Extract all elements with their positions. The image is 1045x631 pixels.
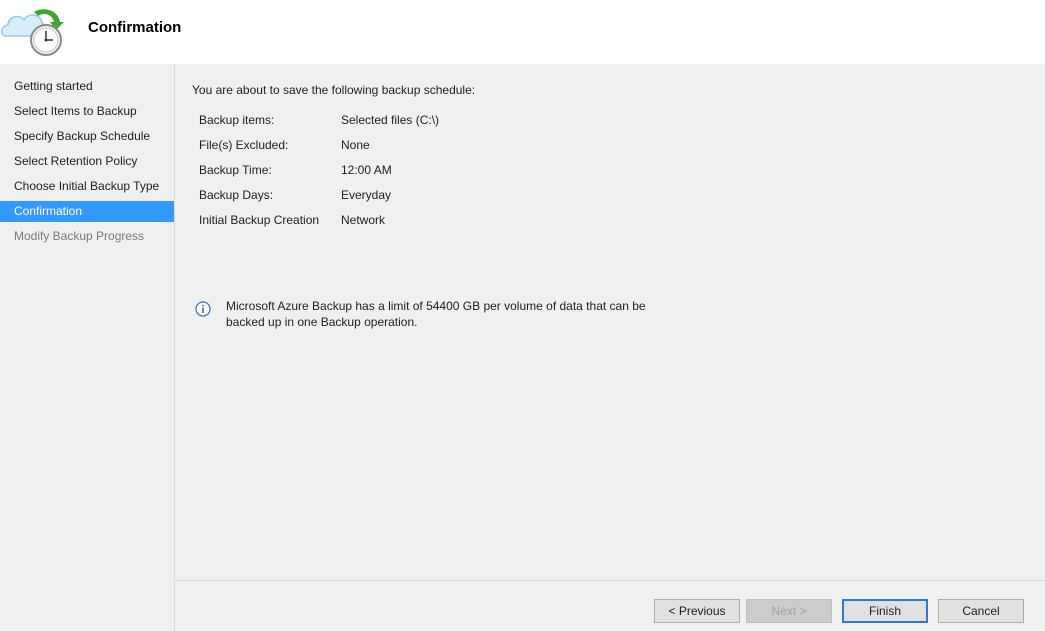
info-text-line: backed up in one Backup operation. [226,315,418,329]
summary-value: 12:00 AM [341,163,392,177]
summary-value: Everyday [341,188,392,202]
page-title: Confirmation [88,19,182,36]
summary-label: Backup Days: [199,188,274,202]
summary-value: None [341,138,370,152]
summary-label: Backup items: [199,113,275,127]
info-icon [195,301,211,317]
summary-row-backup-time: Backup Time: 12:00 AM [199,162,599,187]
previous-button[interactable]: < Previous [654,599,740,623]
step-specify-backup-schedule[interactable]: Specify Backup Schedule [0,126,174,147]
wizard-steps-sidebar: Getting started Select Items to Backup S… [0,64,175,631]
summary-row-backup-days: Backup Days: Everyday [199,187,599,212]
info-text-line: Microsoft Azure Backup has a limit of 54… [226,299,646,313]
footer-divider [175,580,1045,581]
summary-label: Initial Backup Creation [199,213,320,227]
step-confirmation[interactable]: Confirmation [0,201,174,222]
summary-value: Selected files (C:\) [341,113,440,127]
wizard-header: Confirmation [0,0,1045,64]
step-select-retention-policy[interactable]: Select Retention Policy [0,151,174,172]
summary-value: Network [341,213,386,227]
cancel-button[interactable]: Cancel [938,599,1024,623]
step-getting-started[interactable]: Getting started [0,76,174,97]
next-button: Next > [746,599,832,623]
summary-row-files-excluded: File(s) Excluded: None [199,137,599,162]
step-modify-backup-progress: Modify Backup Progress [14,229,145,243]
step-select-items-to-backup[interactable]: Select Items to Backup [0,101,174,122]
summary-label: Backup Time: [199,163,272,177]
backup-summary: Backup items: Selected files (C:\) File(… [199,112,599,237]
summary-label: File(s) Excluded: [199,138,289,152]
summary-row-backup-items: Backup items: Selected files (C:\) [199,112,599,137]
backup-schedule-icon [1,9,64,56]
step-choose-initial-backup-type[interactable]: Choose Initial Backup Type [0,176,174,197]
info-text: Microsoft Azure Backup has a limit of 54… [226,298,666,330]
finish-button[interactable]: Finish [842,599,928,623]
wizard-steps-list: Getting started Select Items to Backup S… [0,76,174,251]
intro-text: You are about to save the following back… [192,83,476,97]
main-content: You are about to save the following back… [175,64,1045,631]
summary-row-initial-backup-creation: Initial Backup Creation Network [199,212,599,237]
